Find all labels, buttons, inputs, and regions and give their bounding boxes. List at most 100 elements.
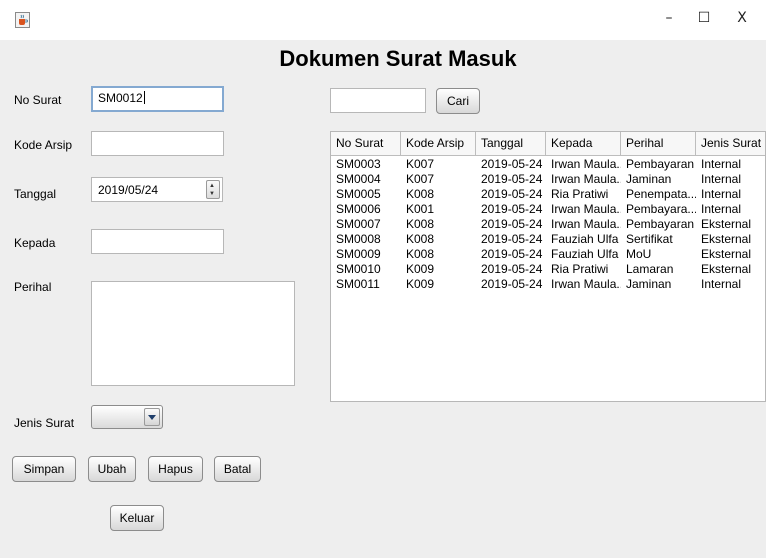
table-cell-perihal: Pembayaran <box>626 217 695 231</box>
table-cell-kode-arsip: K008 <box>406 217 435 231</box>
table-cell-jenis-surat: Internal <box>701 202 742 216</box>
column-header-perihal[interactable]: Perihal <box>621 132 696 155</box>
ubah-button[interactable]: Ubah <box>88 456 136 482</box>
table-cell-no-surat: SM0005 <box>336 187 381 201</box>
table-row[interactable]: SM0005 K008 2019-05-24 Ria Pratiwi Penempata… <box>331 187 765 202</box>
table-cell-kode-arsip: K008 <box>406 187 435 201</box>
table-cell-perihal: Lamaran <box>626 262 674 276</box>
simpan-button[interactable]: Simpan <box>12 456 76 482</box>
kepada-label: Kepada <box>14 236 56 250</box>
table-cell-kepada: Irwan Maula... <box>551 172 621 186</box>
table-cell-tanggal: 2019-05-24 <box>481 187 543 201</box>
table-cell-no-surat: SM0007 <box>336 217 381 231</box>
batal-button[interactable]: Batal <box>214 456 261 482</box>
column-header-kepada[interactable]: Kepada <box>546 132 621 155</box>
table-row[interactable]: SM0004 K007 2019-05-24 Irwan Maula... Jamina… <box>331 172 765 187</box>
table-cell-kode-arsip: K009 <box>406 277 435 291</box>
table-cell-perihal: Jaminan <box>626 277 672 291</box>
chevron-down-icon <box>148 415 156 420</box>
table-cell-kepada: Irwan Maula... <box>551 277 621 291</box>
table-cell-jenis-surat: Internal <box>701 157 742 171</box>
table-row[interactable]: SM0011 K009 2019-05-24 Irwan Maula... Jamina… <box>331 277 765 292</box>
table-cell-tanggal: 2019-05-24 <box>481 217 543 231</box>
table-cell-kode-arsip: K007 <box>406 157 435 171</box>
table-cell-kepada: Irwan Maula... <box>551 202 621 216</box>
table-cell-no-surat: SM0006 <box>336 202 381 216</box>
minimize-button[interactable]: – <box>654 10 684 26</box>
table-cell-perihal: MoU <box>626 247 652 261</box>
table-cell-no-surat: SM0009 <box>336 247 381 261</box>
table-cell-no-surat: SM0011 <box>336 277 380 291</box>
table-cell-no-surat: SM0008 <box>336 232 381 246</box>
page-title: Dokumen Surat Masuk <box>279 46 517 71</box>
no-surat-value: SM0012 <box>98 91 143 105</box>
table-row[interactable]: SM0007 K008 2019-05-24 Irwan Maula... Pembay… <box>331 217 765 232</box>
table-cell-jenis-surat: Internal <box>701 187 742 201</box>
table-cell-kepada: Fauziah Ulfa <box>551 232 619 246</box>
cari-button[interactable]: Cari <box>436 88 480 114</box>
table-cell-kepada: Irwan Maula... <box>551 157 621 171</box>
table-cell-jenis-surat: Internal <box>701 172 742 186</box>
hapus-button[interactable]: Hapus <box>148 456 203 482</box>
tanggal-value: 2019/05/24 <box>98 183 159 197</box>
close-button[interactable]: X <box>727 10 757 26</box>
window-titlebar: – ☐ X <box>0 0 766 40</box>
table-cell-jenis-surat: Eksternal <box>701 262 752 276</box>
table-cell-perihal: Pembayara... <box>626 202 696 216</box>
table-row[interactable]: SM0003 K007 2019-05-24 Irwan Maula... Pembay… <box>331 157 765 172</box>
table-row[interactable]: SM0006 K001 2019-05-24 Irwan Maula... Pembay… <box>331 202 765 217</box>
table-header: No Surat Kode Arsip Tanggal Kepada Perihal Je… <box>331 132 765 156</box>
table-cell-tanggal: 2019-05-24 <box>481 247 543 261</box>
java-cup-icon <box>15 12 30 28</box>
table-cell-perihal: Pembayaran <box>626 157 695 171</box>
kode-arsip-label: Kode Arsip <box>14 138 73 152</box>
dropdown-arrow-button[interactable] <box>144 408 160 426</box>
perihal-textarea[interactable] <box>91 281 295 386</box>
keluar-button[interactable]: Keluar <box>110 505 164 531</box>
table-cell-kode-arsip: K009 <box>406 262 435 276</box>
table-cell-kepada: Fauziah Ulfa <box>551 247 619 261</box>
table-cell-jenis-surat: Internal <box>701 277 742 291</box>
tanggal-label: Tanggal <box>14 187 57 201</box>
column-header-kode-arsip[interactable]: Kode Arsip <box>401 132 476 155</box>
no-surat-field[interactable]: SM0012 <box>91 86 224 112</box>
table-cell-jenis-surat: Eksternal <box>701 232 752 246</box>
perihal-label: Perihal <box>14 280 52 294</box>
column-header-jenis-surat[interactable]: Jenis Surat <box>696 132 765 155</box>
table-cell-kepada: Irwan Maula... <box>551 217 621 231</box>
spinner-up-icon[interactable]: ▲ <box>209 183 215 189</box>
table-cell-tanggal: 2019-05-24 <box>481 172 543 186</box>
table-row[interactable]: SM0010 K009 2019-05-24 Ria Pratiwi Lamaran Ek… <box>331 262 765 277</box>
jenis-surat-combobox[interactable] <box>91 405 163 429</box>
table-cell-no-surat: SM0004 <box>336 172 381 186</box>
spinner-buttons[interactable]: ▲ ▼ <box>206 180 220 199</box>
surat-table[interactable]: No Surat Kode Arsip Tanggal Kepada Perihal Je… <box>330 131 766 402</box>
table-cell-perihal: Sertifikat <box>626 232 673 246</box>
table-cell-jenis-surat: Eksternal <box>701 217 752 231</box>
table-cell-tanggal: 2019-05-24 <box>481 262 543 276</box>
text-caret <box>143 91 145 104</box>
kepada-field[interactable] <box>91 229 224 254</box>
table-cell-tanggal: 2019-05-24 <box>481 157 543 171</box>
table-cell-no-surat: SM0003 <box>336 157 381 171</box>
table-row[interactable]: SM0008 K008 2019-05-24 Fauziah Ulfa Sertifik… <box>331 232 765 247</box>
no-surat-label: No Surat <box>14 93 62 107</box>
tanggal-spinner[interactable]: 2019/05/24 ▲ ▼ <box>91 177 223 202</box>
table-cell-tanggal: 2019-05-24 <box>481 277 543 291</box>
table-row[interactable]: SM0009 K008 2019-05-24 Fauziah Ulfa MoU Ekste… <box>331 247 765 262</box>
table-cell-no-surat: SM0010 <box>336 262 381 276</box>
spinner-down-icon[interactable]: ▼ <box>209 191 215 197</box>
column-header-tanggal[interactable]: Tanggal <box>476 132 546 155</box>
maximize-button[interactable]: ☐ <box>689 10 719 26</box>
table-cell-kepada: Ria Pratiwi <box>551 187 609 201</box>
jenis-surat-label: Jenis Surat <box>14 416 75 430</box>
search-input[interactable] <box>330 88 426 113</box>
table-cell-perihal: Jaminan <box>626 172 672 186</box>
table-cell-kode-arsip: K007 <box>406 172 435 186</box>
column-header-no-surat[interactable]: No Surat <box>331 132 401 155</box>
kode-arsip-field[interactable] <box>91 131 224 156</box>
table-cell-jenis-surat: Eksternal <box>701 247 752 261</box>
table-cell-tanggal: 2019-05-24 <box>481 202 543 216</box>
table-cell-kepada: Ria Pratiwi <box>551 262 609 276</box>
table-cell-kode-arsip: K008 <box>406 247 435 261</box>
